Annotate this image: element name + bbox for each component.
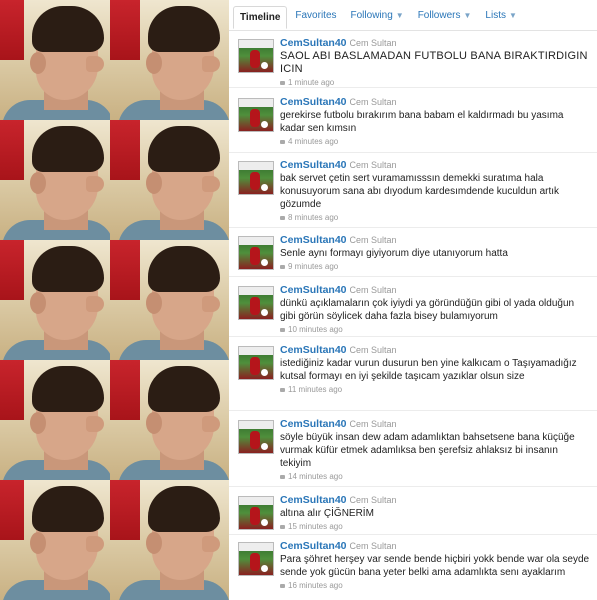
lock-icon — [280, 388, 285, 392]
timestamp-link[interactable]: 10 minutes ago — [288, 325, 343, 334]
display-name: Cem Sultan — [349, 495, 397, 505]
timestamp-link[interactable]: 11 minutes ago — [288, 385, 342, 394]
tweet-text: SAOL ABI BASLAMADAN FUTBOLU BANA BIRAKTI… — [280, 50, 588, 75]
username-link[interactable]: CemSultan40 — [280, 234, 347, 246]
timestamp-link[interactable]: 9 minutes ago — [288, 262, 338, 271]
display-name: Cem Sultan — [349, 541, 397, 551]
tab-followers[interactable]: Followers ▼ — [412, 5, 478, 26]
display-name: Cem Sultan — [349, 160, 397, 170]
username-link[interactable]: CemSultan40 — [280, 37, 347, 49]
tab-following[interactable]: Following ▼ — [345, 5, 410, 26]
portrait-photo — [0, 480, 114, 600]
username-link[interactable]: CemSultan40 — [280, 284, 347, 296]
display-name: Cem Sultan — [349, 235, 397, 245]
tweet-text: Para şöhret herşey var sende bende hiçbi… — [280, 554, 590, 578]
portrait-photo — [0, 240, 114, 360]
tweet-item: CemSultan40 Cem Sultan altına alır ÇİĞNER… — [229, 490, 597, 535]
display-name: Cem Sultan — [349, 97, 397, 107]
tab-lists[interactable]: Lists ▼ — [479, 5, 522, 26]
display-name: Cem Sultan — [349, 38, 397, 48]
lock-icon — [280, 216, 285, 220]
avatar[interactable] — [238, 496, 274, 530]
avatar[interactable] — [238, 161, 274, 195]
tweet-item: CemSultan40 Cem Sultan dünkü açıklamaları… — [229, 280, 597, 337]
tab-label: Favorites — [295, 9, 337, 21]
username-link[interactable]: CemSultan40 — [280, 344, 347, 356]
display-name: Cem Sultan — [349, 285, 397, 295]
portrait-photo — [0, 360, 114, 480]
lock-icon — [280, 475, 285, 479]
username-link[interactable]: CemSultan40 — [280, 96, 347, 108]
lock-icon — [280, 584, 285, 588]
display-name: Cem Sultan — [349, 345, 397, 355]
username-link[interactable]: CemSultan40 — [280, 494, 347, 506]
timestamp-link[interactable]: 15 minutes ago — [288, 522, 343, 531]
tweet-item: CemSultan40 Cem Sultan SAOL ABI BASLAMADA… — [229, 33, 597, 88]
tweet-text: söyle büyük insan dew adam adamlıktan ba… — [280, 432, 575, 469]
avatar[interactable] — [238, 420, 274, 454]
tweet-text: Senle aynı formayı giyiyorum diye utanıy… — [280, 248, 508, 259]
tab-label: Timeline — [240, 12, 281, 23]
username-link[interactable]: CemSultan40 — [280, 540, 347, 552]
avatar[interactable] — [238, 286, 274, 320]
timestamp-link[interactable]: 8 minutes ago — [288, 213, 338, 222]
username-link[interactable]: CemSultan40 — [280, 159, 347, 171]
lock-icon — [280, 81, 285, 85]
username-link[interactable]: CemSultan40 — [280, 418, 347, 430]
timestamp-link[interactable]: 14 minutes ago — [288, 472, 343, 481]
tweet-item: CemSultan40 Cem Sultan Senle aynı formayı… — [229, 230, 597, 277]
tab-label: Following — [350, 9, 393, 21]
portrait-photo — [110, 480, 229, 600]
tweet-text: istediğiniz kadar vurun dusurun ben yine… — [280, 358, 577, 382]
portrait-photo — [110, 120, 229, 240]
timestamp-link[interactable]: 4 minutes ago — [288, 137, 338, 146]
tweet-text: bak servet çetin sert vuramamısssın deme… — [280, 173, 560, 210]
portrait-photo — [110, 240, 229, 360]
chevron-down-icon: ▼ — [463, 10, 472, 20]
portrait-photo — [0, 0, 114, 120]
timestamp-link[interactable]: 1 minute ago — [288, 78, 334, 87]
avatar[interactable] — [238, 98, 274, 132]
tweet-text: altına alır ÇİĞNERİM — [280, 508, 374, 519]
avatar[interactable] — [238, 236, 274, 270]
tweet-item: CemSultan40 Cem Sultan gerekirse futbolu … — [229, 92, 597, 153]
portrait-photo — [0, 120, 114, 240]
tab-favorites[interactable]: Favorites — [289, 5, 342, 26]
avatar[interactable] — [238, 346, 274, 380]
lock-icon — [280, 140, 285, 144]
tab-label: Followers — [417, 9, 461, 21]
display-name: Cem Sultan — [349, 419, 397, 429]
portrait-photo — [110, 0, 229, 120]
timeline-panel: Timeline Favorites Following ▼ Followers… — [229, 0, 597, 600]
avatar[interactable] — [238, 39, 274, 73]
photo-wall — [0, 0, 229, 600]
lock-icon — [280, 328, 285, 332]
chevron-down-icon: ▼ — [508, 10, 517, 20]
tweet-item: CemSultan40 Cem Sultan söyle büyük insan … — [229, 414, 597, 487]
portrait-photo — [110, 360, 229, 480]
tweet-text: dünkü açıklamaların çok iyiydi ya göründ… — [280, 298, 575, 322]
tweet-item: CemSultan40 Cem Sultan Para şöhret herşey… — [229, 536, 597, 600]
lock-icon — [280, 525, 285, 529]
avatar[interactable] — [238, 542, 274, 576]
tweet-item: CemSultan40 Cem Sultan bak servet çetin s… — [229, 155, 597, 228]
tweet-item: CemSultan40 Cem Sultan istediğiniz kadar … — [229, 340, 597, 411]
tab-label: Lists — [485, 9, 506, 21]
chevron-down-icon: ▼ — [395, 10, 404, 20]
tweet-text: gerekirse futbolu bırakırım bana babam e… — [280, 110, 564, 134]
lock-icon — [280, 265, 285, 269]
tab-bar: Timeline Favorites Following ▼ Followers… — [229, 0, 597, 31]
timestamp-link[interactable]: 16 minutes ago — [288, 581, 343, 590]
tab-timeline[interactable]: Timeline — [233, 6, 288, 29]
